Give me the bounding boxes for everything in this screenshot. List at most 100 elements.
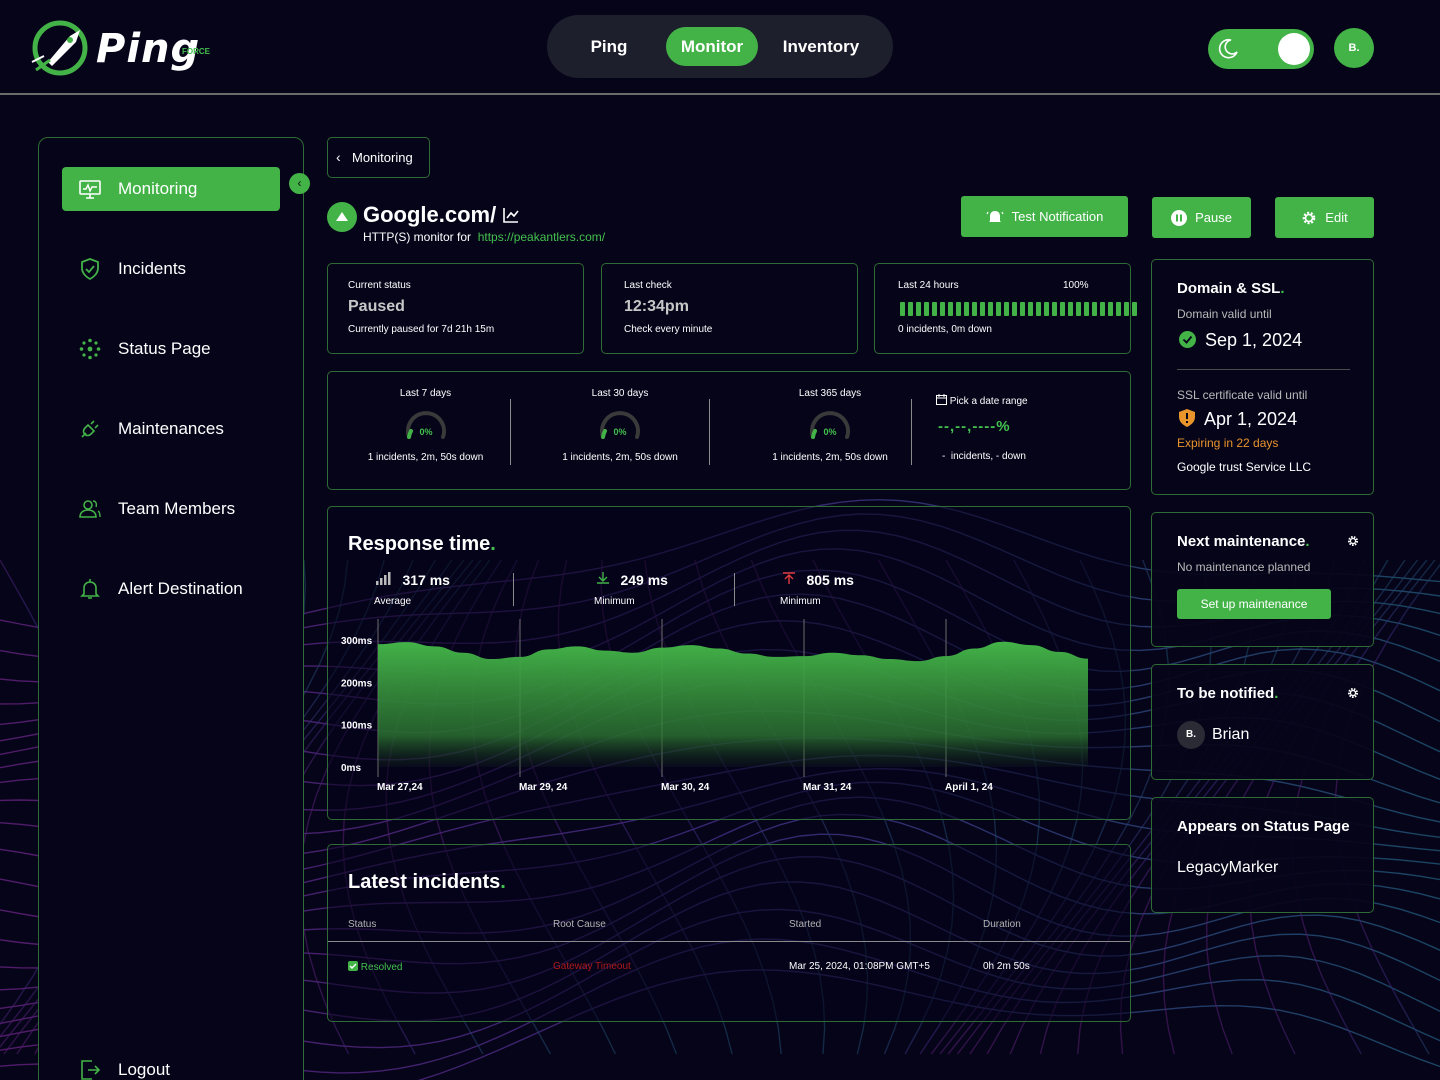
theme-toggle[interactable] (1208, 29, 1314, 69)
y-tick-label: 200ms (341, 678, 373, 689)
edit-button[interactable]: Edit (1275, 197, 1374, 238)
uptime-365d-title: Last 365 days (798, 388, 862, 399)
date-range-picker[interactable]: Pick a date range (936, 394, 1028, 407)
status-page-card: Appears on Status Page LegacyMarker (1151, 797, 1374, 913)
metric-average: 317 ms Average (374, 571, 486, 607)
current-status-card: Current status Paused Currently paused f… (327, 263, 584, 354)
uptime-bar (924, 302, 929, 316)
notified-title: To be notified. (1177, 685, 1279, 702)
metric-minimum-value: 249 ms (620, 572, 668, 588)
uptime-bar (1004, 302, 1009, 316)
uptime-bar (964, 302, 969, 316)
uptime-30d-value: 0% (613, 427, 626, 437)
uptime-bar (988, 302, 993, 316)
gear-icon[interactable] (1347, 687, 1359, 699)
y-tick-label: 0ms (341, 763, 361, 774)
sidebar-item-monitoring[interactable]: Monitoring (62, 167, 280, 211)
calendar-icon (936, 394, 947, 405)
uptime-bar (1100, 302, 1105, 316)
metric-average-value: 317 ms (402, 572, 450, 588)
uptime-365d: Last 365 days 0% 1 incidents, 2m, 50s do… (760, 388, 900, 463)
uptime-bar (1068, 302, 1073, 316)
divider (510, 399, 511, 465)
divider (709, 399, 710, 465)
response-time-title: Response time. (348, 533, 496, 555)
user-avatar[interactable]: B. (1334, 28, 1374, 68)
collapse-sidebar-button[interactable]: ‹ (289, 173, 310, 194)
uptime-bar (1060, 302, 1065, 316)
uptime-bar (908, 302, 913, 316)
uptime-bar (956, 302, 961, 316)
uptime-bar (1108, 302, 1113, 316)
response-time-chart: 300ms 200ms 100ms 0ms Mar 27,24 Mar 29, 24 Ma… (341, 619, 1088, 793)
signal-icon (376, 572, 391, 585)
monitor-subtitle: HTTP(S) monitor for https://peakantlers.… (363, 230, 606, 244)
col-status: Status (348, 919, 377, 930)
ssl-expiry-warning: Expiring in 22 days (1177, 436, 1279, 450)
set-up-maintenance-button[interactable]: Set up maintenance (1177, 589, 1331, 619)
uptime-bar (980, 302, 985, 316)
col-duration: Duration (983, 919, 1021, 930)
test-notification-label: Test Notification (1011, 209, 1104, 224)
maintenance-title: Next maintenance. (1177, 533, 1310, 550)
chevron-left-icon: ‹ (297, 176, 302, 190)
col-root-cause: Root Cause (553, 919, 606, 930)
sidebar-item-label: Status Page (118, 339, 211, 358)
sidebar-item-team-members[interactable]: Team Members (62, 487, 280, 531)
test-notification-button[interactable]: Test Notification (961, 196, 1128, 237)
current-status-value: Paused (348, 298, 405, 315)
app-logo[interactable]: Ping FORCE (30, 18, 230, 78)
download-icon (597, 572, 609, 584)
incidents-title: Latest incidents. (348, 871, 506, 893)
last-check-value: 12:34pm (624, 298, 689, 315)
sidebar: Monitoring Incidents Status Page Mainten… (38, 137, 304, 1080)
top-bar: Ping FORCE Ping Monitor Inventory B. (0, 0, 1440, 95)
uptime-30d-foot: 1 incidents, 2m, 50s down (562, 452, 678, 463)
external-chart-icon[interactable] (502, 206, 520, 224)
sidebar-item-label: Maintenances (118, 419, 224, 438)
sidebar-item-status-page[interactable]: Status Page (62, 327, 280, 371)
ssl-valid-date: Apr 1, 2024 (1179, 409, 1297, 430)
back-button[interactable]: ‹ Monitoring (327, 137, 430, 178)
current-status-foot: Currently paused for 7d 21h 15m (348, 324, 495, 335)
nav-inventory[interactable]: Inventory (771, 27, 871, 66)
divider (734, 573, 735, 606)
next-maintenance-card: Next maintenance. No maintenance planned… (1151, 512, 1374, 647)
sidebar-item-maintenances[interactable]: Maintenances (62, 407, 280, 451)
notified-user-name: Brian (1212, 726, 1250, 743)
pause-button[interactable]: Pause (1152, 197, 1251, 238)
gear-icon[interactable] (1347, 535, 1359, 547)
uptime-bar (948, 302, 953, 316)
last-24h-card: Last 24 hours 100% 0 incidents, 0m down (874, 263, 1137, 354)
notified-user-avatar: B. (1177, 721, 1205, 749)
last-24h-percent: 100% (1063, 280, 1089, 291)
main-nav: Ping Monitor Inventory (547, 15, 893, 78)
logout-icon (81, 1060, 101, 1080)
date-range-value: --,--,----% (938, 418, 1011, 435)
sidebar-item-alert-destination[interactable]: Alert Destination (62, 567, 280, 611)
check-icon (348, 961, 358, 971)
last-24h-label: Last 24 hours (898, 280, 959, 291)
uptime-7d: Last 7 days 0% 1 incidents, 2m, 50s down (358, 388, 493, 463)
domain-ssl-title: Domain & SSL. (1177, 280, 1285, 297)
ssl-issuer: Google trust Service LLC (1177, 460, 1312, 474)
table-row[interactable]: Resolved Gateway Timeout Mar 25, 2024, 0… (328, 951, 1130, 985)
monitor-url-link[interactable]: https://peakantlers.com/ (478, 230, 605, 244)
status-icon (79, 338, 101, 360)
upload-icon (783, 572, 795, 584)
metric-maximum-label: Minimum (780, 596, 821, 607)
pause-label: Pause (1195, 210, 1232, 225)
nav-ping[interactable]: Ping (567, 27, 651, 66)
x-tick-label: April 1, 24 (945, 782, 993, 793)
x-tick-label: Mar 31, 24 (803, 782, 852, 793)
sidebar-item-incidents[interactable]: Incidents (62, 247, 280, 291)
uptime-bar (996, 302, 1001, 316)
gauge-icon: 0% (810, 411, 850, 439)
logout-button[interactable]: Logout (62, 1048, 280, 1080)
uptime-365d-value: 0% (823, 427, 836, 437)
uptime-30d-title: Last 30 days (591, 388, 649, 399)
domain-valid-label: Domain valid until (1177, 307, 1272, 321)
divider (513, 573, 514, 606)
nav-monitor[interactable]: Monitor (666, 27, 758, 66)
rocket-logo-icon (31, 20, 88, 76)
